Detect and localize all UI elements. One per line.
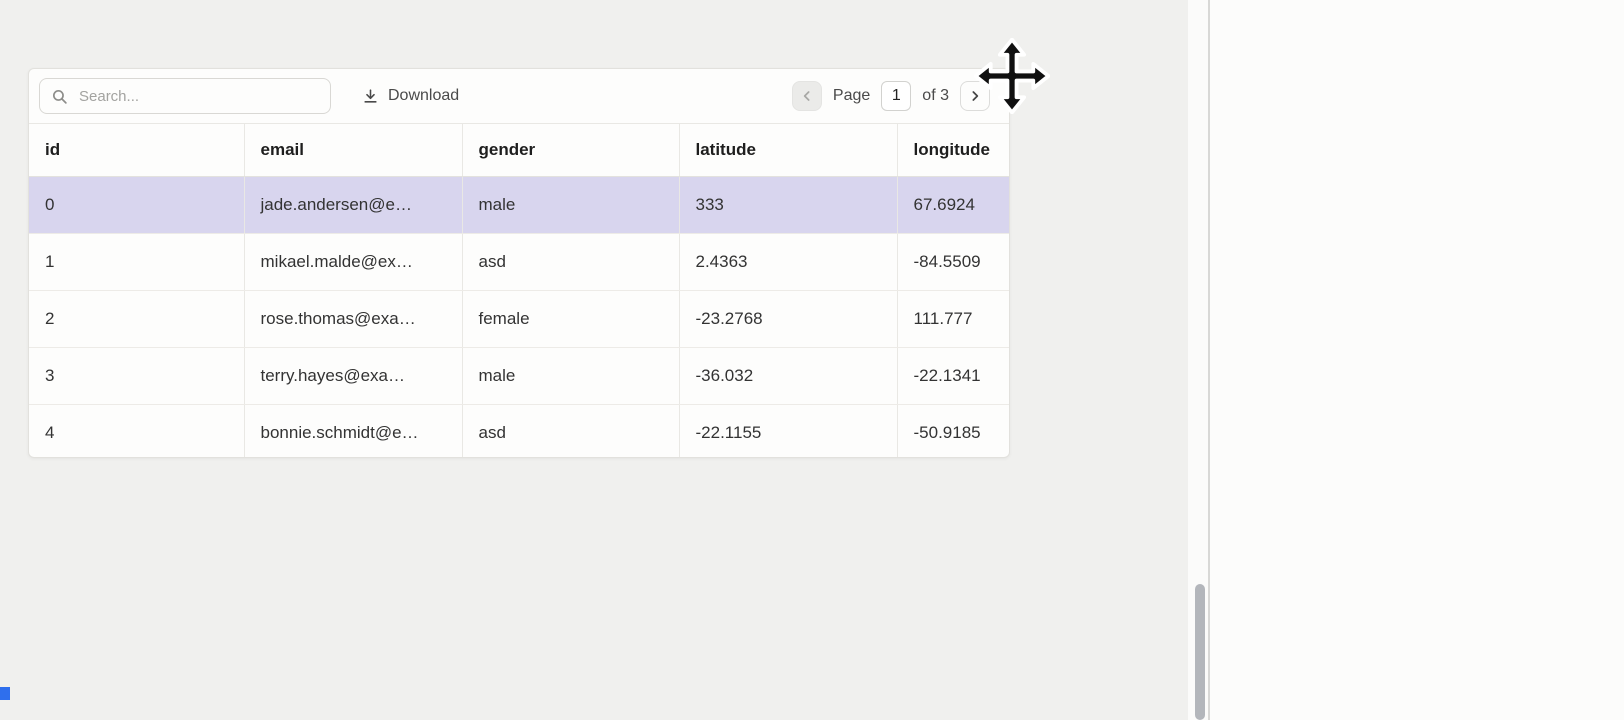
download-icon	[362, 88, 379, 105]
app-canvas: { "toolbar": { "search": { "placeholder"…	[0, 0, 1624, 720]
download-button[interactable]: Download	[356, 83, 465, 109]
cell-email[interactable]: jade.andersen@e…	[244, 177, 462, 234]
cell-gender[interactable]: female	[462, 291, 679, 348]
page-of-total: of 3	[922, 87, 949, 105]
cell-email[interactable]: terry.hayes@exa…	[244, 348, 462, 405]
table-header-row: id email gender latitude longitude	[29, 124, 1010, 177]
next-page-button[interactable]	[960, 81, 990, 111]
search-input[interactable]	[77, 87, 319, 106]
cell-gender[interactable]: male	[462, 177, 679, 234]
cell-id[interactable]: 3	[29, 348, 244, 405]
cell-gender[interactable]: asd	[462, 405, 679, 459]
search-input-wrapper[interactable]	[39, 78, 331, 114]
table-row[interactable]: 2 rose.thomas@exa… female -23.2768 111.7…	[29, 291, 1010, 348]
chevron-right-icon	[967, 88, 983, 104]
table-row[interactable]: 3 terry.hayes@exa… male -36.032 -22.1341	[29, 348, 1010, 405]
data-table: id email gender latitude longitude 0 jad…	[29, 124, 1010, 458]
chevron-left-icon	[799, 88, 815, 104]
cell-longitude[interactable]: -84.5509	[897, 234, 1010, 291]
scrollbar-thumb[interactable]	[1195, 584, 1205, 720]
cell-latitude[interactable]: -23.2768	[679, 291, 897, 348]
column-header-longitude: longitude	[897, 124, 1010, 177]
cell-latitude[interactable]: 2.4363	[679, 234, 897, 291]
download-label: Download	[388, 87, 459, 105]
column-header-email: email	[244, 124, 462, 177]
table-row[interactable]: 1 mikael.malde@ex… asd 2.4363 -84.5509	[29, 234, 1010, 291]
table-row[interactable]: 4 bonnie.schmidt@e… asd -22.1155 -50.918…	[29, 405, 1010, 459]
cell-latitude[interactable]: -36.032	[679, 348, 897, 405]
column-header-latitude: latitude	[679, 124, 897, 177]
cell-longitude[interactable]: 67.6924	[897, 177, 1010, 234]
of-label: of	[922, 87, 935, 104]
data-grid-card: Download Page of 3 id email gen	[28, 68, 1010, 458]
total-pages: 3	[940, 87, 949, 104]
prev-page-button[interactable]	[792, 81, 822, 111]
search-icon	[51, 88, 68, 105]
cell-id[interactable]: 1	[29, 234, 244, 291]
page-number-input[interactable]	[881, 81, 911, 111]
column-header-id: id	[29, 124, 244, 177]
right-side-panel	[1210, 0, 1624, 720]
grid-toolbar: Download Page of 3	[29, 69, 1009, 124]
cell-latitude[interactable]: -22.1155	[679, 405, 897, 459]
page-label: Page	[833, 87, 870, 105]
cell-id[interactable]: 4	[29, 405, 244, 459]
cell-latitude[interactable]: 333	[679, 177, 897, 234]
blue-indicator	[0, 687, 10, 700]
cell-email[interactable]: rose.thomas@exa…	[244, 291, 462, 348]
cell-email[interactable]: mikael.malde@ex…	[244, 234, 462, 291]
cell-gender[interactable]: asd	[462, 234, 679, 291]
cell-id[interactable]: 2	[29, 291, 244, 348]
cell-id[interactable]: 0	[29, 177, 244, 234]
table-row[interactable]: 0 jade.andersen@e… male 333 67.6924	[29, 177, 1010, 234]
cell-longitude[interactable]: -22.1341	[897, 348, 1010, 405]
cell-longitude[interactable]: 111.777	[897, 291, 1010, 348]
cell-email[interactable]: bonnie.schmidt@e…	[244, 405, 462, 459]
column-header-gender: gender	[462, 124, 679, 177]
cell-longitude[interactable]: -50.9185	[897, 405, 1010, 459]
pagination: Page of 3	[792, 81, 990, 111]
cell-gender[interactable]: male	[462, 348, 679, 405]
